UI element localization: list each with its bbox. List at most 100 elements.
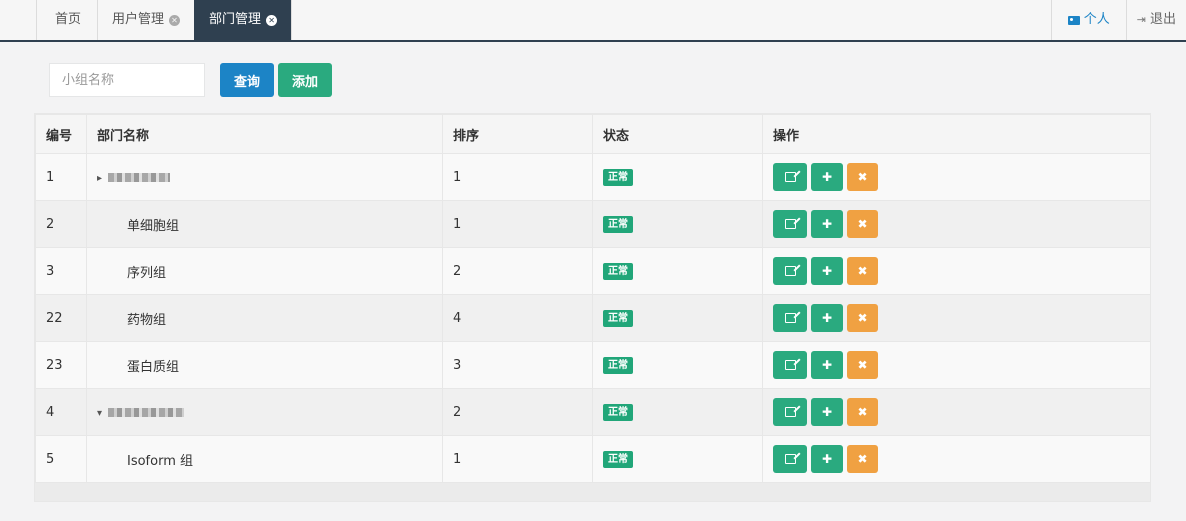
add-child-button[interactable]: ✚ [811,398,843,426]
cell-actions: ✚ ✖ [762,341,1151,389]
close-circle-icon[interactable]: ✕ [169,14,181,26]
cell-name: Isoform 组 [86,435,443,483]
cell-sort: 4 [442,294,593,342]
row-actions: ✚ ✖ [773,210,1140,238]
close-icon: ✖ [857,405,868,419]
tab-user-management[interactable]: 用户管理 ✕ [97,0,194,40]
group-name-search-input[interactable] [49,63,205,97]
department-tree-table: 编号 部门名称 排序 状态 操作 1 ▸ 1 正常 ✚ ✖ 2 单细胞组 1 正常 ✚ ✖ 3 序列组 2 正… [35,114,1151,483]
status-badge: 正常 [603,309,633,327]
tab-label: 部门管理 [209,12,262,27]
department-name: 单细胞组 [127,218,180,234]
status-badge: 正常 [603,450,633,468]
profile-button[interactable]: 个人 [1050,0,1126,40]
edit-button[interactable] [773,210,807,238]
close-circle-icon[interactable]: ✕ [266,14,278,26]
column-header-status[interactable]: 状态 [592,114,763,154]
cell-sort: 1 [442,435,593,483]
top-tab-bar: 首页 用户管理 ✕ 部门管理 ✕ 个人 ⇥ 退出 [0,0,1186,42]
table-row[interactable]: 4 ▾ 2 正常 ✚ ✖ [35,388,1151,436]
plus-icon: ✚ [821,452,833,466]
cell-sort: 1 [442,153,593,201]
cell-sort: 1 [442,200,593,248]
cell-name: 单细胞组 [86,200,443,248]
table-row[interactable]: 3 序列组 2 正常 ✚ ✖ [35,247,1151,295]
table-row[interactable]: 23 蛋白质组 3 正常 ✚ ✖ [35,341,1151,389]
edit-icon [784,407,796,417]
edit-button[interactable] [773,351,807,379]
add-button[interactable]: 添加 [278,63,332,97]
table-row[interactable]: 1 ▸ 1 正常 ✚ ✖ [35,153,1151,201]
edit-icon [784,313,796,323]
department-name: Isoform 组 [127,453,194,469]
delete-button[interactable]: ✖ [847,257,878,285]
cell-actions: ✚ ✖ [762,388,1151,436]
close-icon: ✖ [857,452,868,466]
logout-button[interactable]: ⇥ 退出 [1125,0,1186,40]
tab-home[interactable]: 首页 [36,0,97,40]
edit-button[interactable] [773,445,807,473]
row-actions: ✚ ✖ [773,445,1140,473]
cell-status: 正常 [592,388,763,436]
add-child-button[interactable]: ✚ [811,257,843,285]
cell-id: 5 [35,435,87,483]
add-child-button[interactable]: ✚ [811,163,843,191]
close-icon: ✖ [857,217,868,231]
delete-button[interactable]: ✖ [847,445,878,473]
cell-sort: 3 [442,341,593,389]
edit-button[interactable] [773,257,807,285]
delete-button[interactable]: ✖ [847,163,878,191]
add-child-button[interactable]: ✚ [811,351,843,379]
tab-label: 首页 [55,12,82,27]
column-header-id[interactable]: 编号 [35,114,87,154]
delete-button[interactable]: ✖ [847,210,878,238]
add-child-button[interactable]: ✚ [811,210,843,238]
sign-out-icon: ⇥ [1136,13,1146,26]
collapse-icon[interactable]: ▾ [97,408,102,419]
delete-button[interactable]: ✖ [847,351,878,379]
status-badge: 正常 [603,168,633,186]
cell-actions: ✚ ✖ [762,200,1151,248]
edit-button[interactable] [773,398,807,426]
status-badge: 正常 [603,262,633,280]
cell-id: 23 [35,341,87,389]
add-child-button[interactable]: ✚ [811,445,843,473]
query-button[interactable]: 查询 [220,63,274,97]
delete-button[interactable]: ✖ [847,398,878,426]
page-tabs: 首页 用户管理 ✕ 部门管理 ✕ [36,0,293,40]
status-badge: 正常 [603,215,633,233]
delete-button[interactable]: ✖ [847,304,878,332]
logout-label: 退出 [1149,12,1176,27]
tab-department-management[interactable]: 部门管理 ✕ [194,0,293,40]
tab-label: 用户管理 [112,12,165,27]
table-row[interactable]: 5 Isoform 组 1 正常 ✚ ✖ [35,435,1151,483]
cell-id: 4 [35,388,87,436]
department-name: 药物组 [127,312,167,328]
column-header-sort[interactable]: 排序 [442,114,593,154]
edit-button[interactable] [773,304,807,332]
cell-status: 正常 [592,247,763,295]
table-row[interactable]: 2 单细胞组 1 正常 ✚ ✖ [35,200,1151,248]
row-actions: ✚ ✖ [773,257,1140,285]
cell-status: 正常 [592,153,763,201]
expand-icon[interactable]: ▸ [97,173,102,184]
cell-sort: 2 [442,247,593,295]
add-child-button[interactable]: ✚ [811,304,843,332]
plus-icon: ✚ [821,170,833,184]
plus-icon: ✚ [821,358,833,372]
edit-button[interactable] [773,163,807,191]
cell-name: ▾ [86,388,443,436]
table-row[interactable]: 22 药物组 4 正常 ✚ ✖ [35,294,1151,342]
plus-icon: ✚ [821,405,833,419]
status-badge: 正常 [603,403,633,421]
close-icon: ✖ [857,170,868,184]
row-actions: ✚ ✖ [773,304,1140,332]
redacted-department-name [108,407,185,417]
column-header-name[interactable]: 部门名称 [86,114,443,154]
cell-id: 3 [35,247,87,295]
cell-sort: 2 [442,388,593,436]
cell-id: 22 [35,294,87,342]
cell-name: 药物组 [86,294,443,342]
cell-actions: ✚ ✖ [762,247,1151,295]
cell-name: 蛋白质组 [86,341,443,389]
